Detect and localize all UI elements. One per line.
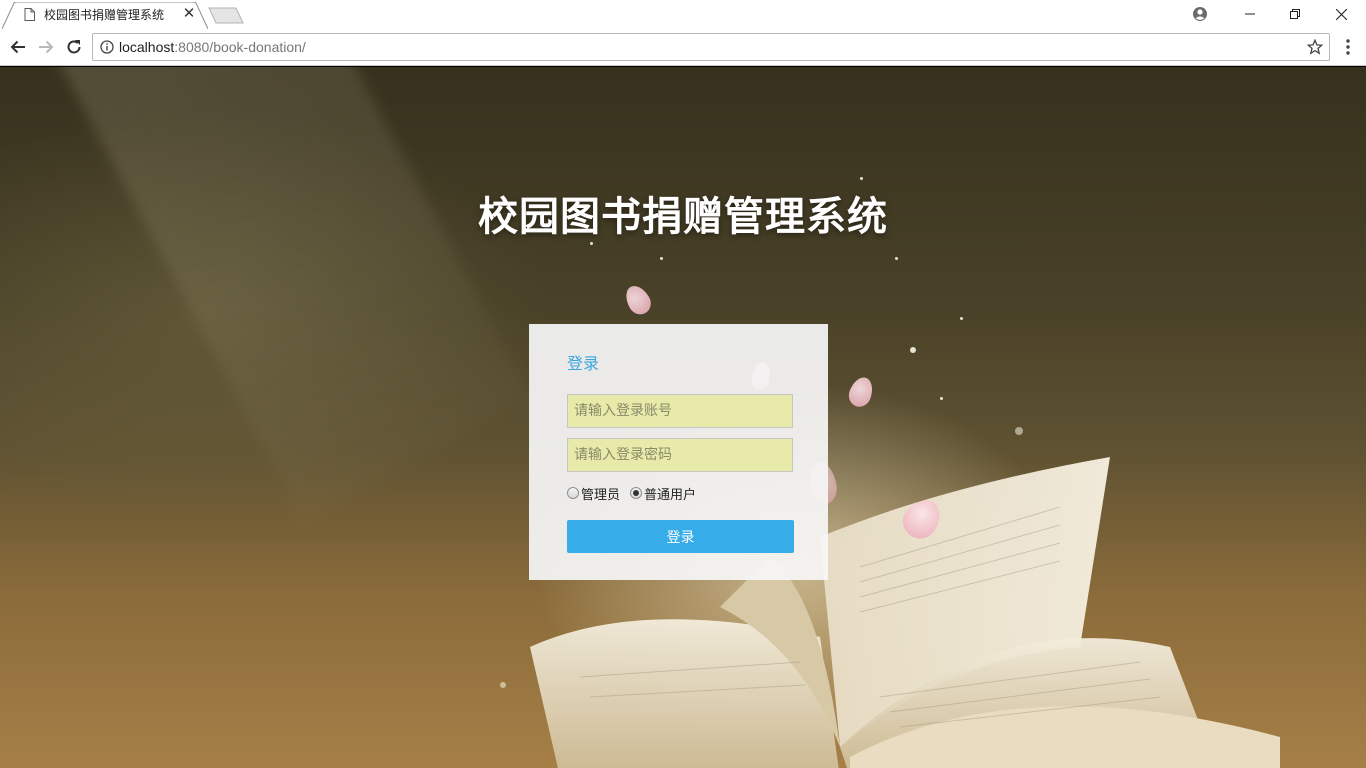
petal-decoration [620,281,656,319]
restore-button[interactable] [1272,0,1318,28]
sparkle [590,242,593,245]
login-panel: 登录 管理员 普通用户 登录 [529,324,828,580]
sparkle [940,397,943,400]
arrow-right-icon [39,40,54,54]
forward-button[interactable] [34,35,58,59]
sparkle [1015,427,1023,435]
profile-icon[interactable] [1190,4,1210,24]
login-heading: 登录 [567,354,600,373]
tab-title: 校园图书捐赠管理系统 [44,8,165,22]
sparkle [660,257,663,260]
arrow-left-icon [10,40,25,54]
page-background: 校园图书捐赠管理系统 登录 管理员 普通用户 登录 [0,67,1366,768]
url-path: :8080/book-donation/ [174,39,306,55]
close-icon [1335,8,1347,20]
reload-icon [67,40,81,54]
minimize-button[interactable] [1227,0,1273,28]
sparkle [860,177,863,180]
light-beam [40,67,533,522]
page-icon [24,8,35,21]
restore-icon [1290,9,1300,19]
sparkle [895,257,898,260]
role-user-label[interactable]: 普通用户 [644,484,696,503]
url-text: localhost:8080/book-donation/ [119,39,306,55]
menu-kebab-icon[interactable] [1340,35,1356,59]
minimize-icon [1245,13,1255,15]
url-host: localhost [119,39,175,55]
role-admin-label[interactable]: 管理员 [581,484,620,503]
sparkle [960,317,963,320]
petal-decoration [845,374,877,410]
role-user-radio[interactable] [630,487,643,499]
sparkle [910,347,916,353]
new-tab-button[interactable] [208,7,244,24]
reload-button[interactable] [62,35,86,59]
info-icon[interactable] [100,40,114,54]
password-input[interactable] [567,438,793,472]
back-button[interactable] [6,35,30,59]
page-title: 校园图书捐赠管理系统 [478,194,888,240]
tab-close-icon[interactable]: ✕ [181,5,197,21]
login-button[interactable]: 登录 [567,520,794,553]
address-bar[interactable]: localhost:8080/book-donation/ [92,33,1330,61]
close-window-button[interactable] [1318,0,1364,28]
browser-toolbar: localhost:8080/book-donation/ [0,29,1366,66]
bookmark-star-icon[interactable] [1307,39,1323,55]
role-selector: 管理员 普通用户 [567,483,706,503]
role-admin-radio[interactable] [567,487,579,499]
tab-strip: 校园图书捐赠管理系统 ✕ [0,0,1366,29]
username-input[interactable] [567,394,793,428]
sparkle [500,682,506,688]
